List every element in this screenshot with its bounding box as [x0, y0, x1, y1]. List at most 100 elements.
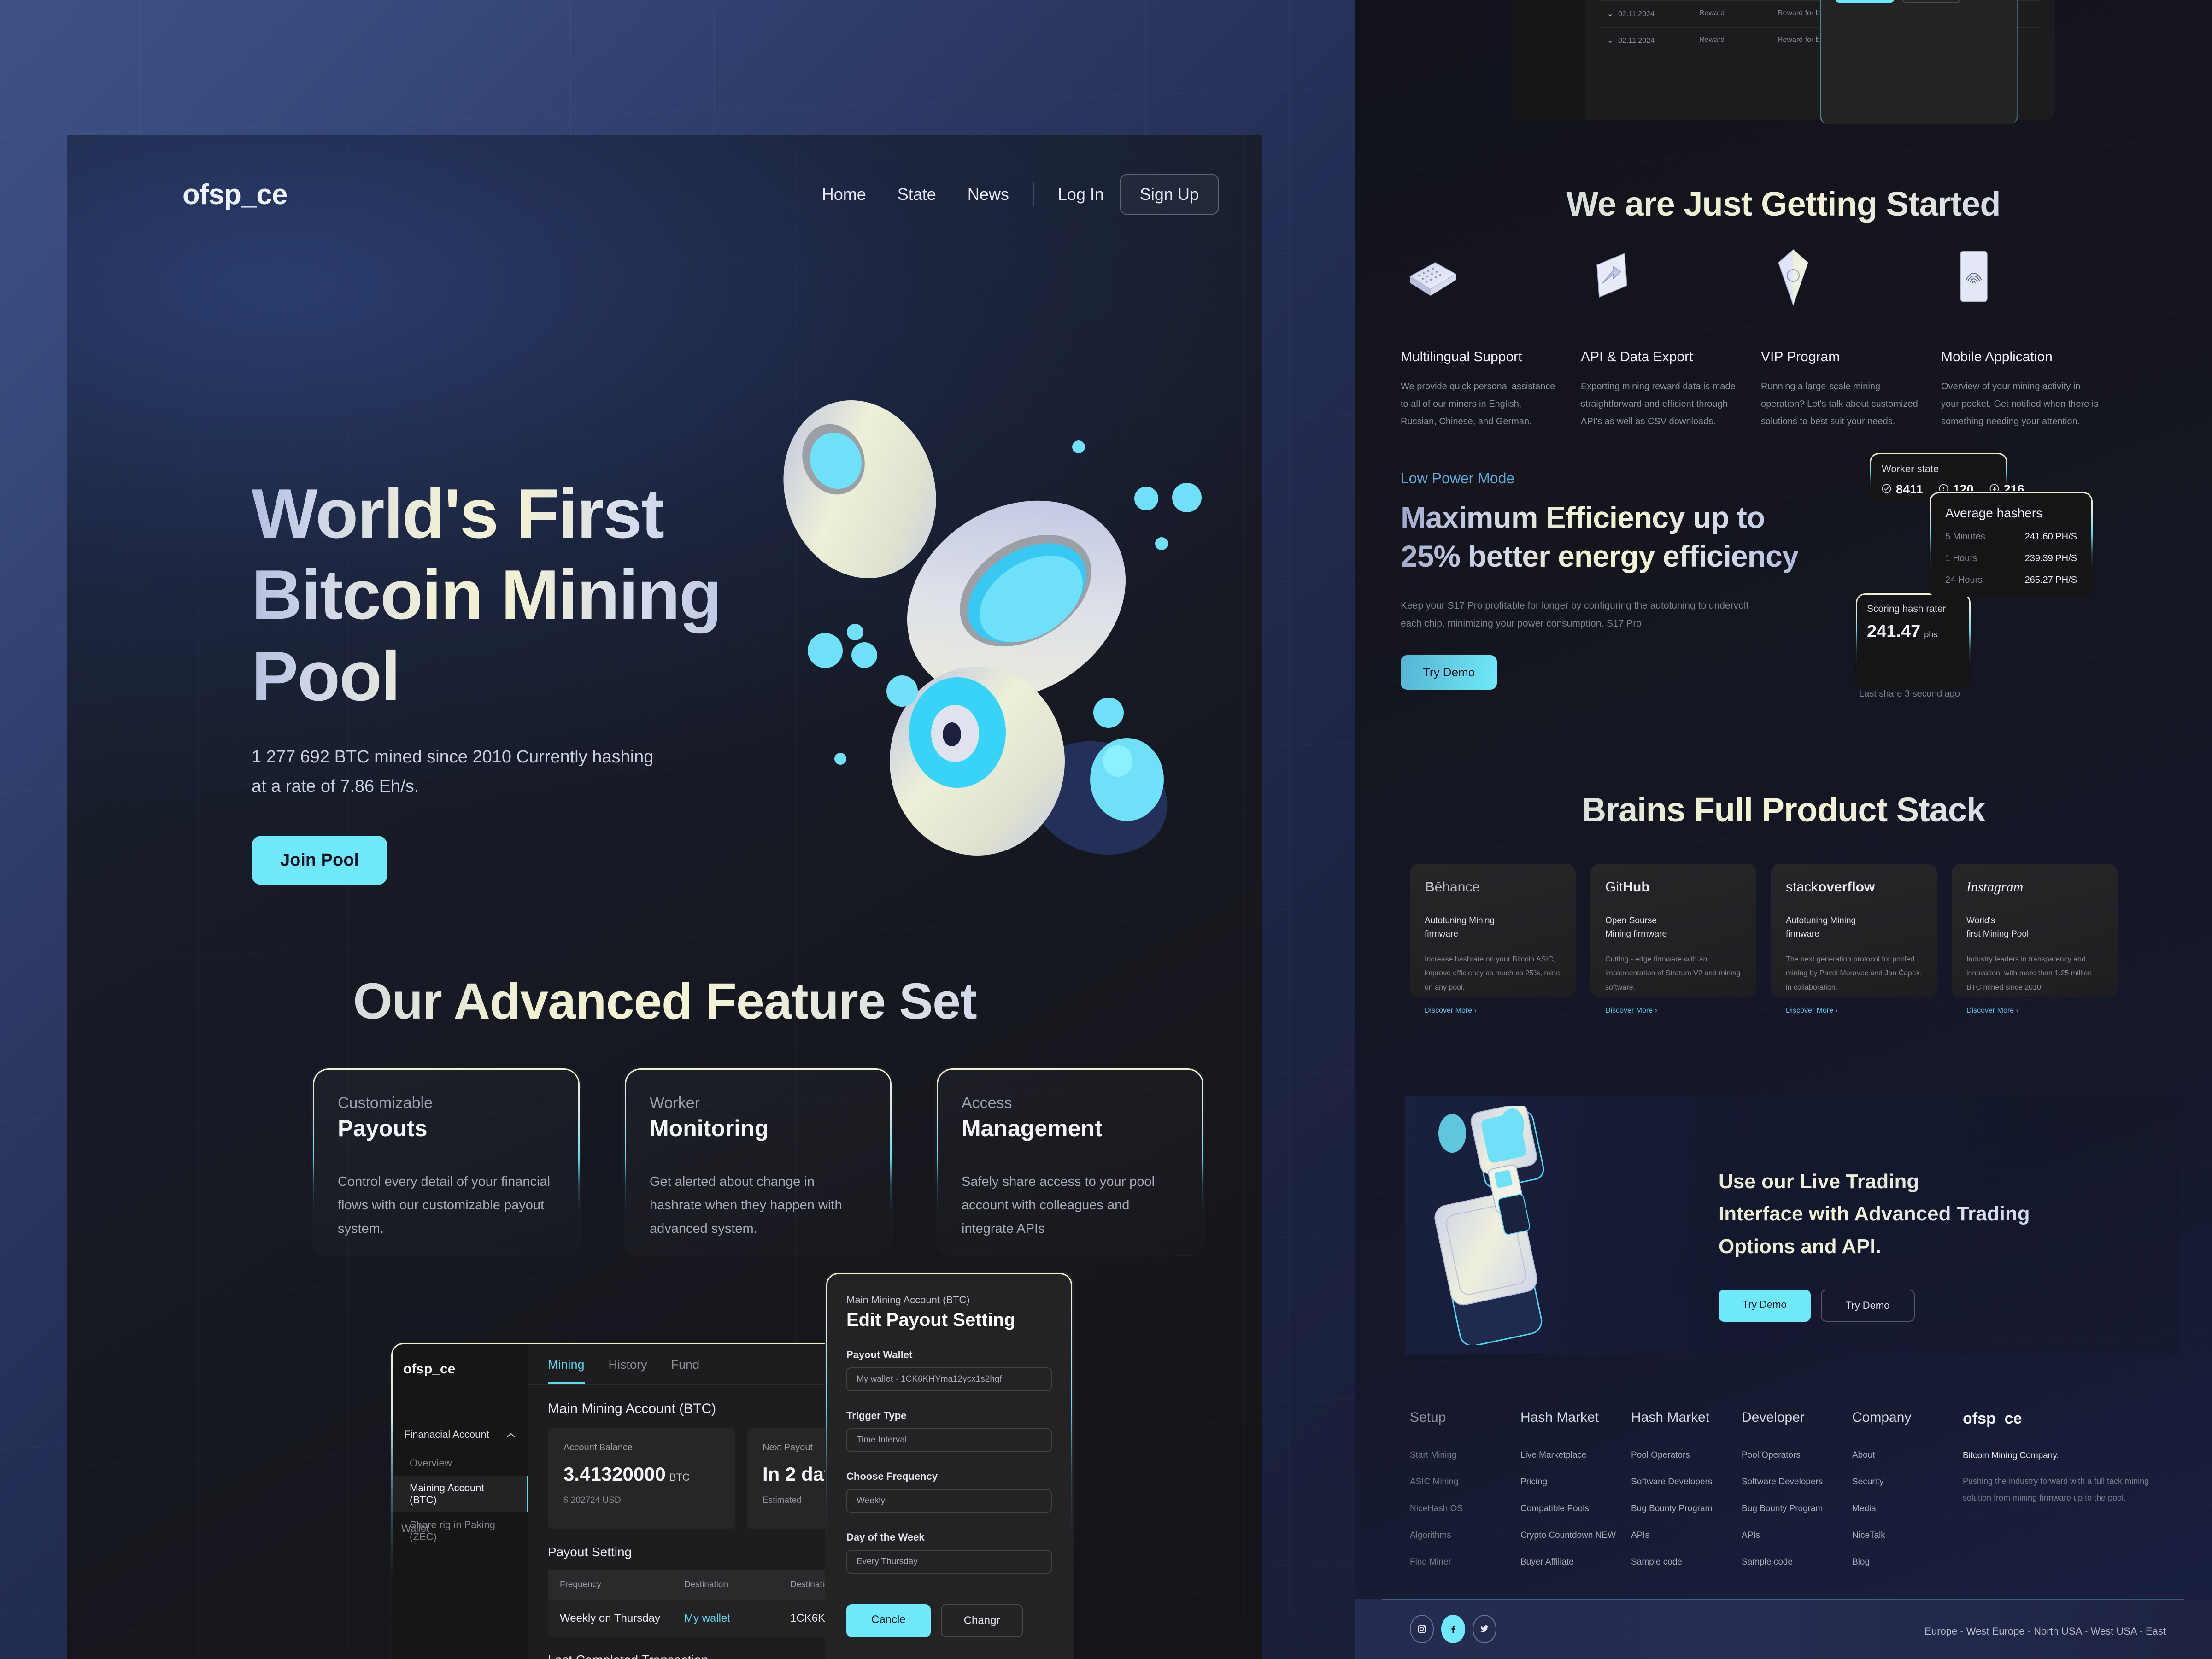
period-value: 265.27 PH/S — [2024, 575, 2077, 585]
sidebar-item-mining-account[interactable]: Maining Account (BTC) — [391, 1476, 528, 1512]
twitter-icon[interactable] — [1473, 1615, 1496, 1643]
live-trading-actions: Try Demo Try Demo — [1719, 1290, 2115, 1322]
logo-suffix: Hub — [1623, 879, 1650, 895]
sidebar-item-overview[interactable]: Overview — [391, 1451, 528, 1476]
login-link[interactable]: Log In — [1042, 185, 1120, 204]
footer-link[interactable]: Algorithms — [1410, 1530, 1520, 1541]
discover-more-link[interactable]: Discover More › — [1605, 1007, 1742, 1015]
fingerprint-icon — [1941, 244, 2006, 313]
logo-suffix: overflow — [1818, 879, 1875, 895]
change-button[interactable]: Changr — [940, 1604, 1023, 1637]
stack-card-stackoverflow[interactable]: stackoverflow Autotuning Mining firmware… — [1771, 864, 1937, 1014]
footer-link[interactable]: ASIC Mining — [1410, 1477, 1520, 1487]
stack-card-subtitle: Autotuning Mining firmware — [1425, 916, 1495, 939]
footer-link[interactable]: Media — [1852, 1504, 1963, 1514]
footer-link[interactable]: Bug Bounty Program — [1742, 1504, 1852, 1514]
field-label-payout-wallet: Payout Wallet — [846, 1349, 913, 1360]
day-of-week-select[interactable]: Every Thursday — [846, 1550, 1052, 1574]
discover-more-link[interactable]: Discover More › — [1786, 1007, 1922, 1015]
hero-subtitle: 1 277 692 BTC mined since 2010 Currently… — [252, 747, 654, 796]
landing-page-panel: ofsp_ce Home State News Log In Sign Up W… — [67, 135, 1262, 1659]
footer-link[interactable]: NiceTalk — [1852, 1530, 1963, 1541]
stat-value-number: 3.41320000 — [563, 1463, 666, 1485]
footer-link[interactable]: Pool Operators — [1742, 1450, 1852, 1460]
dashboard-logo: ofsp_ce — [403, 1361, 456, 1377]
last-share-label: Last share 3 second ago — [1859, 689, 1960, 699]
footer-heading: Developer — [1742, 1410, 1805, 1425]
footer-link[interactable]: Pool Operators — [1631, 1450, 1742, 1460]
tab-mining[interactable]: Mining — [548, 1358, 585, 1384]
footer-link[interactable]: Live Marketplace — [1520, 1450, 1631, 1460]
stack-card-instagram[interactable]: Instagram World's first Mining Pool Indu… — [1952, 864, 2118, 1014]
footer-link[interactable]: Bug Bounty Program — [1631, 1504, 1742, 1514]
footer-divider — [1382, 1599, 2184, 1600]
footer-link[interactable]: Software Developers — [1742, 1477, 1852, 1487]
footer-column-company: Company About Security Media NiceTalk Bl… — [1852, 1410, 1963, 1584]
payout-wallet-input[interactable]: My wallet - 1CK6KHYma12ycx1s2hgf — [846, 1367, 1052, 1391]
cell-destination[interactable]: My wallet — [684, 1612, 790, 1625]
discover-more-link[interactable]: Discover More › — [1966, 1007, 2103, 1015]
footer-link[interactable]: Start Mining — [1410, 1450, 1520, 1460]
facebook-icon[interactable] — [1441, 1615, 1465, 1643]
footer-link[interactable]: Crypto Countdown NEW — [1520, 1530, 1631, 1541]
footer-link[interactable]: Compatible Pools — [1520, 1504, 1631, 1514]
tab-history[interactable]: History — [609, 1358, 647, 1384]
cell-date: ⌄ 02.11.2024 — [1607, 36, 1699, 45]
logo-prefix: B — [1425, 879, 1435, 895]
cancel-button[interactable]: Cancle — [846, 1604, 931, 1637]
nav-link-home[interactable]: Home — [806, 185, 882, 204]
sidebar-group-header[interactable]: Finanacial Account — [391, 1429, 528, 1441]
footer-link[interactable]: APIs — [1742, 1530, 1852, 1541]
getting-started-desc: We provide quick personal assistance to … — [1401, 381, 1555, 427]
feature-card-monitoring[interactable]: Worker Monitoring Get alerted about chan… — [623, 1067, 893, 1256]
live-trading-heading: Use our Live Trading Interface with Adva… — [1719, 1166, 2115, 1263]
getting-started-desc: Running a large-scale mining operation? … — [1761, 381, 1918, 427]
product-stack-row: Bēhance Autotuning Mining firmware Incre… — [1410, 864, 2170, 1014]
site-logo[interactable]: ofsp_ce — [182, 178, 288, 211]
right-column: Last Completed Transaction Daate Type De… — [1355, 0, 2212, 1659]
footer-link[interactable]: Find Miner — [1410, 1557, 1520, 1567]
footer-link[interactable]: Software Developers — [1631, 1477, 1742, 1487]
footer-link[interactable]: Sample code — [1742, 1557, 1852, 1567]
footer-link[interactable]: Pricing — [1520, 1477, 1631, 1487]
signup-button[interactable]: Sign Up — [1119, 174, 1219, 215]
discover-more-label: Discover More — [1605, 1007, 1653, 1015]
try-demo-primary-button[interactable]: Try Demo — [1719, 1290, 1811, 1322]
feature-card-payouts[interactable]: Customizable Payouts Control every detai… — [311, 1067, 581, 1256]
feature-card-management[interactable]: Access Management Safely share access to… — [935, 1067, 1205, 1256]
footer-logo[interactable]: ofsp_ce — [1963, 1410, 2156, 1428]
average-hashers-row: 5 Minutes 241.60 PH/S — [1945, 532, 2077, 542]
instagram-icon[interactable] — [1410, 1615, 1434, 1643]
sidebar-item-wallet[interactable]: Wallet — [401, 1523, 429, 1535]
trigger-type-select[interactable]: Time Interval — [846, 1428, 1052, 1452]
footer-link[interactable]: Sample code — [1631, 1557, 1742, 1567]
stack-card-subtitle: Autotuning Mining firmware — [1786, 916, 1856, 939]
hero-heading-line2: Bitcoin Mining — [252, 556, 721, 634]
join-pool-button[interactable]: Join Pool — [252, 835, 387, 885]
getting-started-title: We are Just Getting Started — [1355, 184, 2212, 223]
discover-more-link[interactable]: Discover More › — [1425, 1007, 1561, 1015]
stack-card-subtitle: Open Sourse Mining firmware — [1605, 916, 1667, 939]
modal-title: Edit Payout Setting — [846, 1310, 1015, 1330]
footer-link[interactable]: NiceHash OS — [1410, 1504, 1520, 1514]
try-demo-button[interactable]: Try Demo — [1401, 655, 1497, 690]
footer-link[interactable]: Buyer Affiliate — [1520, 1557, 1631, 1567]
tab-fund[interactable]: Fund — [671, 1358, 700, 1384]
footer-heading: Hash Market — [1520, 1410, 1599, 1425]
try-demo-secondary-button[interactable]: Try Demo — [1820, 1290, 1915, 1322]
getting-started-item: Mobile Application Overview of your mini… — [1941, 244, 2100, 430]
behance-logo: Bēhance — [1425, 879, 1561, 895]
nav-link-state[interactable]: State — [882, 185, 952, 204]
frequency-select[interactable]: Weekly — [846, 1489, 1052, 1513]
period-value: 239.39 PH/S — [2024, 553, 2077, 563]
stack-card-behance[interactable]: Bēhance Autotuning Mining firmware Incre… — [1410, 864, 1576, 1014]
footer-link[interactable]: Blog — [1852, 1557, 1963, 1567]
getting-started-name: Mobile Application — [1941, 349, 2053, 364]
footer-link[interactable]: APIs — [1631, 1530, 1742, 1541]
footer-link[interactable]: About — [1852, 1450, 1963, 1460]
stack-card-github[interactable]: GitHub Open Sourse Mining firmware Cutti… — [1590, 864, 1756, 1014]
nav-link-news[interactable]: News — [952, 185, 1025, 204]
diamond-icon — [1761, 244, 1825, 313]
footer-column-developer: Developer Pool Operators Software Develo… — [1742, 1410, 1852, 1584]
footer-link[interactable]: Security — [1852, 1477, 1963, 1487]
